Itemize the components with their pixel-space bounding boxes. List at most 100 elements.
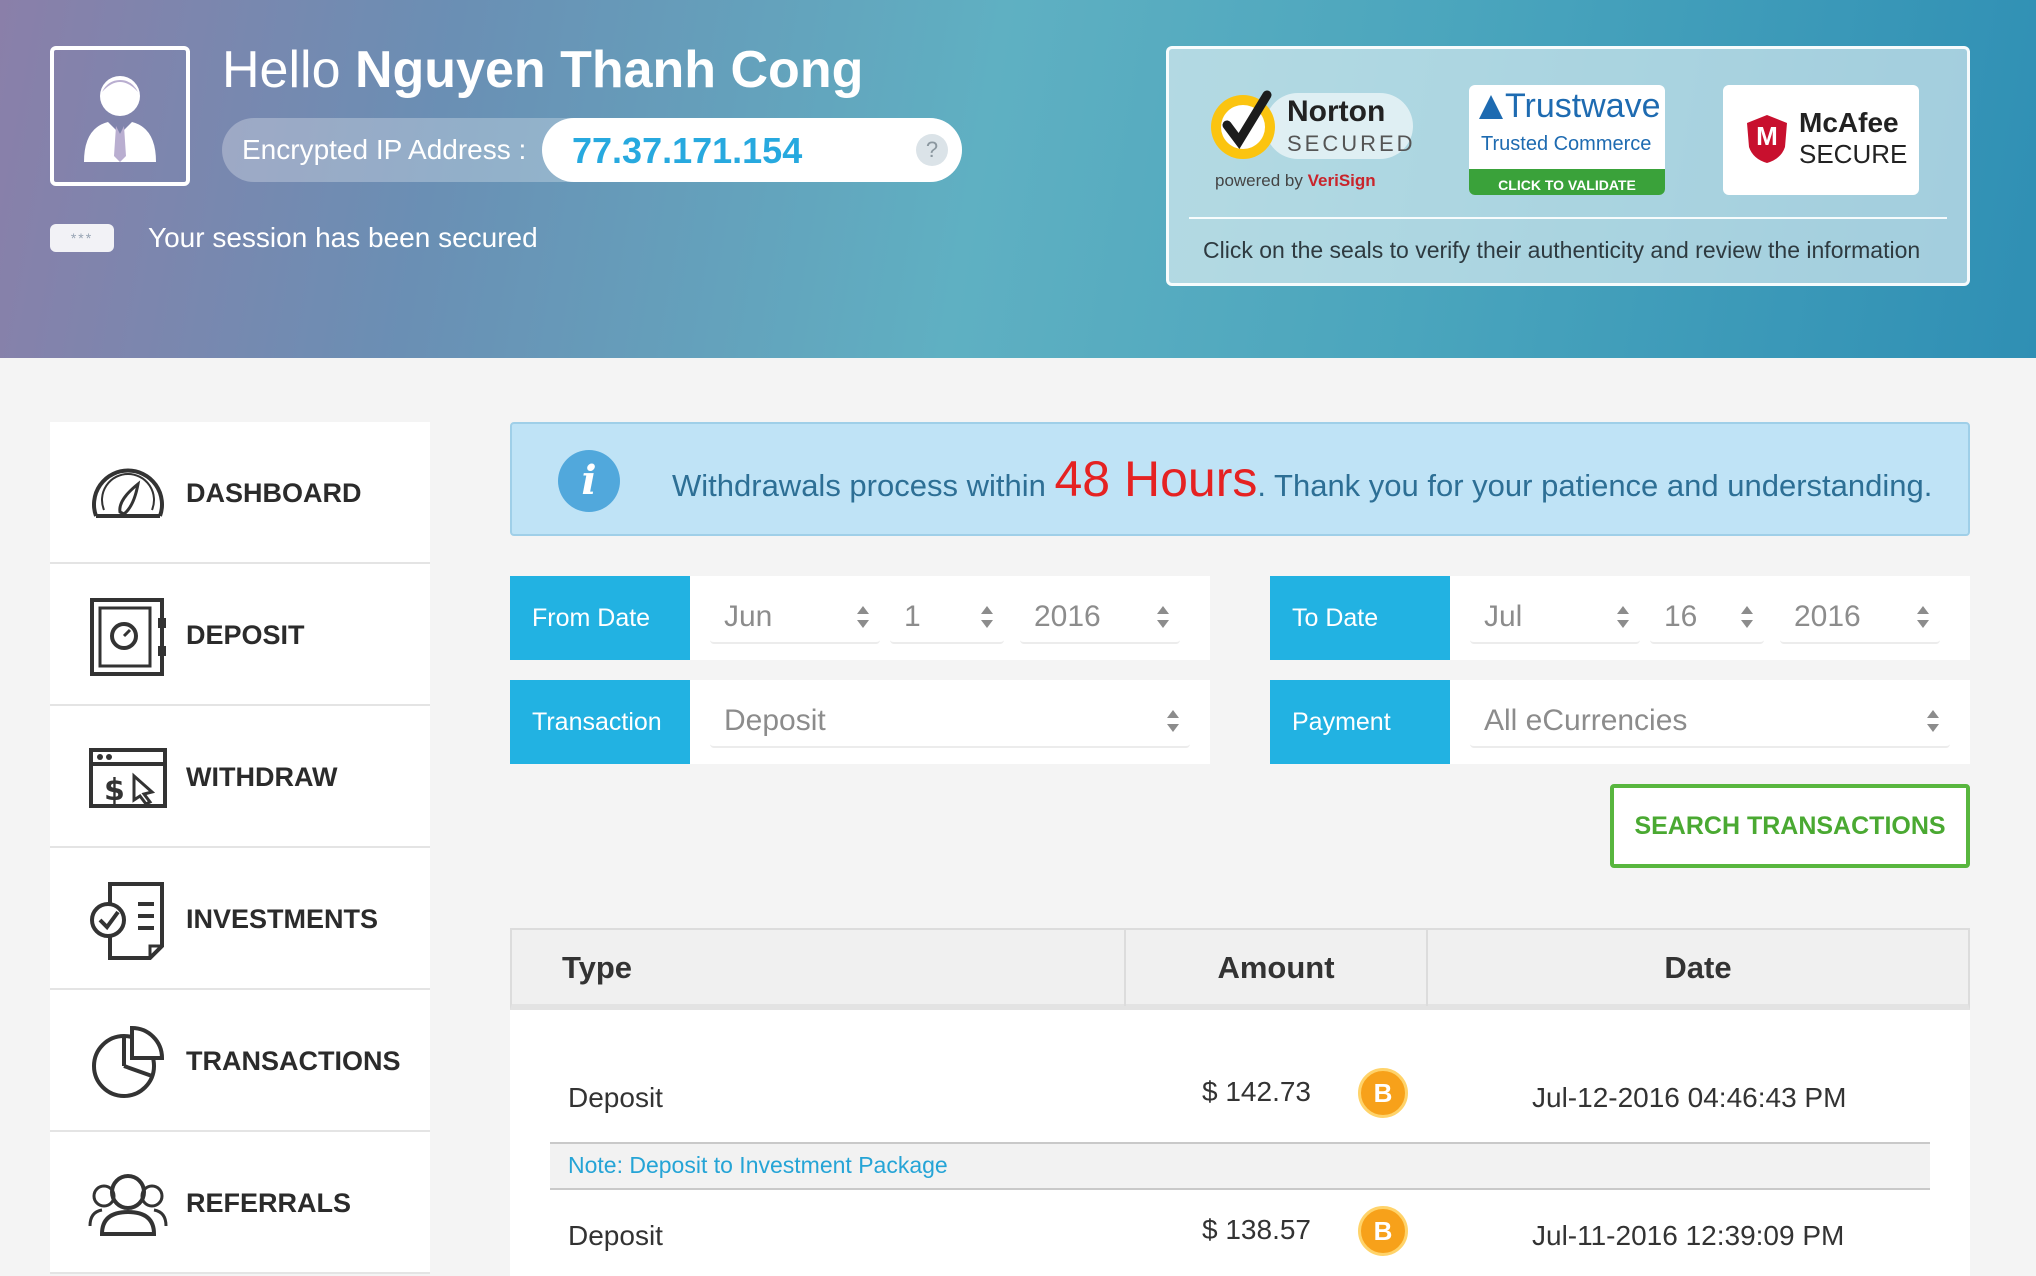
alert-text-before: Withdrawals process within <box>672 468 1055 503</box>
info-icon: i <box>558 450 620 512</box>
users-icon <box>88 1174 168 1236</box>
row-date: Jul-11-2016 12:39:09 PM <box>1532 1220 1845 1251</box>
to-day-value: 16 <box>1664 600 1698 633</box>
row-amount: $ 138.57 <box>1202 1214 1311 1245</box>
norton-brand: VeriSign <box>1307 171 1376 190</box>
to-date-filter: To Date Jul 16 2016 <box>1270 576 1970 660</box>
sidebar-item-label: REFERRALS <box>186 1188 352 1218</box>
row-note: Note: Deposit to Investment Package <box>550 1142 1930 1190</box>
pie-chart-icon <box>92 1025 165 1098</box>
transaction-type-select[interactable]: Deposit <box>710 694 1190 748</box>
session-text: Your session has been secured <box>148 222 538 253</box>
table-header: Type Amount Date <box>510 928 1970 1010</box>
sidebar-item-label: DEPOSIT <box>186 620 305 650</box>
table-row[interactable]: Deposit $ 138.57 B Jul-11-2016 12:39:09 … <box>510 1184 1970 1276</box>
alert-message: Withdrawals process within 48 Hours. Tha… <box>672 450 1932 508</box>
to-date-label: To Date <box>1270 576 1450 660</box>
greeting-word: Hello <box>222 41 341 99</box>
sidebar-item-label: DASHBOARD <box>186 478 362 508</box>
payment-filter: Payment All eCurrencies <box>1270 680 1970 764</box>
norton-powered-text: powered by <box>1215 171 1308 190</box>
user-avatar-icon <box>84 76 156 162</box>
payment-method-value: All eCurrencies <box>1484 704 1688 737</box>
sidebar-item-dashboard[interactable]: DASHBOARD <box>50 422 430 564</box>
bitcoin-icon: B <box>1358 1206 1408 1256</box>
row-amount: $ 142.73 <box>1202 1076 1311 1107</box>
from-month-select[interactable]: Jun <box>710 590 880 644</box>
mcafee-title: McAfee <box>1799 107 1899 138</box>
ip-address-bar: Encrypted IP Address : 77.37.171.154 ? <box>222 118 962 182</box>
sidebar-item-transactions[interactable]: TRANSACTIONS <box>50 990 430 1132</box>
mcafee-seal[interactable]: M McAfee SECURE <box>1723 85 1919 195</box>
sidebar-item-referrals[interactable]: REFERRALS <box>50 1132 430 1274</box>
password-lock-icon: *** <box>50 224 114 252</box>
to-day-select[interactable]: 16 <box>1650 590 1764 644</box>
payment-method-select[interactable]: All eCurrencies <box>1470 694 1950 748</box>
sidebar-item-label: WITHDRAW <box>186 762 338 792</box>
user-name: Nguyen Thanh Cong <box>354 41 864 99</box>
select-arrows-icon <box>1917 606 1929 628</box>
mcafee-mark: M <box>1756 121 1778 151</box>
column-header-type[interactable]: Type <box>562 930 632 1006</box>
from-day-select[interactable]: 1 <box>890 590 1004 644</box>
column-header-amount[interactable]: Amount <box>1126 930 1426 1006</box>
search-transactions-button[interactable]: SEARCH TRANSACTIONS <box>1610 784 1970 868</box>
trustwave-seal[interactable]: Trustwave Trusted Commerce CLICK TO VALI… <box>1469 85 1665 195</box>
row-date: Jul-12-2016 04:46:43 PM <box>1532 1082 1847 1113</box>
alert-highlight: 48 Hours <box>1054 451 1258 507</box>
from-month-value: Jun <box>724 600 773 633</box>
mcafee-subtitle: SECURE <box>1799 139 1908 169</box>
column-header-date[interactable]: Date <box>1428 930 1968 1006</box>
ip-value-pill: 77.37.171.154 ? <box>542 118 962 182</box>
user-avatar[interactable] <box>50 46 190 186</box>
bitcoin-icon: B <box>1358 1068 1408 1118</box>
sidebar-item-deposit[interactable]: DEPOSIT <box>50 564 430 706</box>
select-arrows-icon <box>1617 606 1629 628</box>
sidebar-item-label: INVESTMENTS <box>186 904 379 934</box>
table-row[interactable]: Deposit $ 142.73 B Jul-12-2016 04:46:43 … <box>510 1046 1970 1146</box>
ip-value: 77.37.171.154 <box>572 130 803 171</box>
sidebar-nav: DASHBOARD DEPOSIT $ WITHDRAW INVESTMENTS… <box>50 422 430 1274</box>
trustwave-flag-icon <box>1479 95 1503 119</box>
alert-text-after: . Thank you for your patience and unders… <box>1257 468 1933 503</box>
withdrawal-info-alert: i Withdrawals process within 48 Hours. T… <box>510 422 1970 536</box>
to-year-select[interactable]: 2016 <box>1780 590 1940 644</box>
header-banner: Hello Nguyen Thanh Cong Encrypted IP Add… <box>0 0 2036 358</box>
norton-seal[interactable]: Norton SECURED powered by VeriSign <box>1205 85 1415 195</box>
from-year-value: 2016 <box>1034 600 1101 633</box>
trustwave-subtitle: Trusted Commerce <box>1481 133 1652 155</box>
transaction-filter: Transaction Deposit <box>510 680 1210 764</box>
row-type: Deposit <box>568 1082 663 1113</box>
transaction-label: Transaction <box>510 680 690 764</box>
trustwave-cta: CLICK TO VALIDATE <box>1498 177 1636 193</box>
session-status: *** Your session has been secured <box>50 222 538 254</box>
browser-dollar-icon: $ <box>89 748 167 808</box>
select-arrows-icon <box>857 606 869 628</box>
safe-icon <box>90 598 166 676</box>
select-arrows-icon <box>1927 710 1939 732</box>
to-year-value: 2016 <box>1794 600 1861 633</box>
transactions-table: Type Amount Date Deposit $ 142.73 B Jul-… <box>510 928 1970 1276</box>
norton-subtitle: SECURED <box>1287 131 1416 156</box>
payment-label: Payment <box>1270 680 1450 764</box>
seals-divider <box>1189 217 1947 219</box>
select-arrows-icon <box>1167 710 1179 732</box>
seals-note: Click on the seals to verify their authe… <box>1203 237 1921 263</box>
transaction-type-value: Deposit <box>724 704 826 737</box>
select-arrows-icon <box>1741 606 1753 628</box>
row-note-text: Note: Deposit to Investment Package <box>568 1152 948 1178</box>
sidebar-item-withdraw[interactable]: $ WITHDRAW <box>50 706 430 848</box>
from-day-value: 1 <box>904 600 921 633</box>
to-month-value: Jul <box>1484 600 1523 633</box>
trustwave-title: Trustwave <box>1505 87 1661 125</box>
greeting-title: Hello Nguyen Thanh Cong <box>222 40 863 100</box>
help-icon[interactable]: ? <box>916 134 948 166</box>
from-year-select[interactable]: 2016 <box>1020 590 1180 644</box>
row-type: Deposit <box>568 1220 663 1251</box>
to-month-select[interactable]: Jul <box>1470 590 1640 644</box>
norton-powered: powered by VeriSign <box>1215 171 1376 191</box>
speedometer-icon <box>92 468 164 518</box>
checklist-icon <box>90 882 164 960</box>
sidebar-item-investments[interactable]: INVESTMENTS <box>50 848 430 990</box>
ip-label: Encrypted IP Address : <box>242 134 527 165</box>
